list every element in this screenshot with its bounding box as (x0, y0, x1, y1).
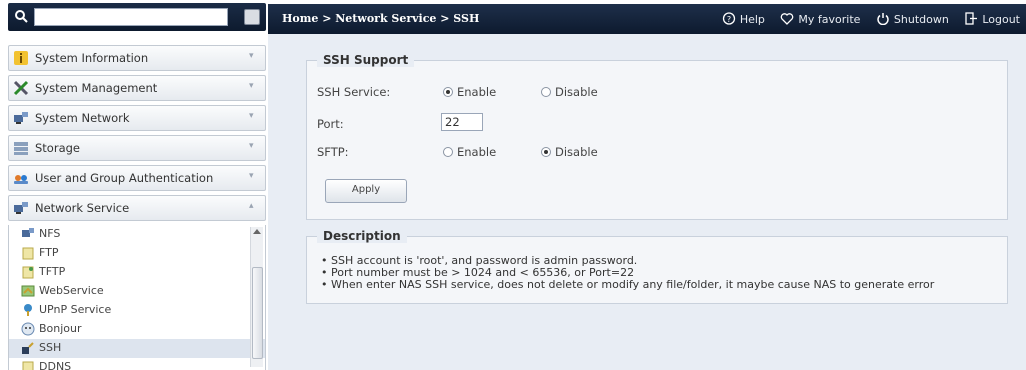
shutdown-label: Shutdown (893, 13, 949, 26)
upnp-icon (24, 304, 32, 316)
chevron-icon: ▾ (249, 171, 254, 181)
description-panel: Description SSH account is 'root', and p… (306, 229, 1008, 304)
submenu-item-label: NFS (39, 227, 61, 240)
network-icon (14, 112, 28, 124)
submenu-item-bonjour[interactable]: Bonjour (9, 320, 265, 339)
chevron-icon: ▾ (249, 141, 254, 151)
submenu-scrollbar[interactable] (250, 227, 263, 367)
search-bar (8, 3, 266, 31)
submenu-item-webservice[interactable]: WebService (9, 282, 265, 301)
favorite-label: My favorite (798, 13, 861, 26)
sidebar-item-user-group-auth[interactable]: User and Group Authentication ▾ (8, 165, 266, 191)
sidebar: System Information ▾ System Management ▾… (0, 0, 268, 370)
tools-icon (13, 80, 29, 96)
search-icon (15, 10, 28, 23)
scroll-up-arrow-icon[interactable] (253, 229, 261, 234)
ssh-icon (22, 342, 34, 354)
shutdown-link[interactable]: Shutdown (876, 12, 949, 26)
sidebar-item-label: System Information (35, 51, 149, 65)
submenu-item-label: DDNS (39, 360, 72, 370)
sidebar-item-label: Network Service (35, 201, 130, 215)
help-icon: ? (722, 12, 735, 25)
ssh-service-enable-label: Enable (457, 85, 497, 99)
sftp-label: SFTP: (317, 145, 349, 159)
ssh-service-disable-radio[interactable] (541, 87, 551, 97)
help-link[interactable]: ? Help (722, 12, 765, 26)
logout-icon (965, 12, 978, 25)
power-icon (877, 13, 889, 25)
sftp-disable-radio[interactable] (541, 147, 551, 157)
ssh-service-enable-radio[interactable] (443, 87, 453, 97)
top-links: ? Help My favorite Shutdown Logout (710, 12, 1020, 26)
sidebar-item-system-network[interactable]: System Network ▾ (8, 105, 266, 131)
scrollbar-thumb[interactable] (252, 267, 263, 359)
chevron-up-icon: ▴ (249, 201, 254, 211)
breadcrumb: Home > Network Service > SSH (282, 12, 480, 25)
svg-text:?: ? (727, 15, 731, 24)
sidebar-item-storage[interactable]: Storage ▾ (8, 135, 266, 161)
ftp-icon (22, 247, 34, 260)
submenu-item-label: TFTP (39, 265, 66, 278)
top-bar: Home > Network Service > SSH ? Help My fa… (268, 4, 1026, 34)
bonjour-icon (21, 322, 35, 336)
submenu-item-ftp[interactable]: FTP (9, 244, 265, 263)
users-icon (14, 175, 28, 184)
chevron-icon: ▾ (249, 81, 254, 91)
sftp-enable-label: Enable (457, 145, 497, 159)
sftp-enable-radio[interactable] (443, 147, 453, 157)
sidebar-item-label: System Network (35, 111, 130, 125)
help-label: Help (739, 13, 765, 26)
sidebar-item-label: System Management (35, 81, 158, 95)
description-list: SSH account is 'root', and password is a… (321, 255, 934, 291)
submenu-item-upnp[interactable]: UPnP Service (9, 301, 265, 320)
search-input[interactable] (34, 8, 228, 26)
network-service-icon (14, 202, 28, 214)
sidebar-item-network-service[interactable]: Network Service ▴ (8, 195, 266, 221)
submenu-item-label: WebService (39, 284, 104, 297)
submenu-item-ssh[interactable]: SSH (9, 339, 265, 358)
network-service-submenu: NFS FTP TFTP WebService UPnP Service Bon… (8, 225, 266, 370)
submenu-item-label: UPnP Service (39, 303, 112, 316)
sidebar-item-system-information[interactable]: System Information ▾ (8, 45, 266, 71)
favorite-link[interactable]: My favorite (780, 12, 860, 26)
ddns-icon (22, 361, 34, 370)
submenu-item-nfs[interactable]: NFS (9, 225, 265, 244)
sidebar-item-label: Storage (35, 141, 80, 155)
logout-label: Logout (982, 13, 1020, 26)
nfs-icon (22, 228, 34, 237)
description-item: When enter NAS SSH service, does not del… (321, 279, 934, 291)
webservice-icon (21, 285, 35, 297)
search-go-button[interactable] (244, 9, 260, 25)
ssh-service-disable-label: Disable (555, 85, 598, 99)
ssh-support-legend: SSH Support (317, 53, 415, 67)
submenu-item-label: SSH (39, 341, 62, 354)
sidebar-menu: System Information ▾ System Management ▾… (8, 45, 266, 225)
sftp-disable-label: Disable (555, 145, 598, 159)
chevron-icon: ▾ (249, 51, 254, 61)
storage-icon (14, 142, 28, 155)
ssh-support-panel: SSH Support SSH Service: Enable Disable … (306, 53, 1008, 220)
apply-button[interactable]: Apply (325, 179, 407, 203)
info-icon (14, 51, 28, 65)
chevron-icon: ▾ (249, 111, 254, 121)
ssh-service-label: SSH Service: (317, 85, 391, 99)
main-content: SSH Support SSH Service: Enable Disable … (268, 34, 1026, 370)
submenu-item-label: Bonjour (39, 322, 82, 335)
description-legend: Description (317, 229, 407, 243)
port-input[interactable] (441, 113, 483, 131)
heart-icon (781, 13, 794, 25)
port-label: Port: (317, 117, 344, 131)
submenu-item-ddns[interactable]: DDNS (9, 358, 265, 370)
submenu-item-tftp[interactable]: TFTP (9, 263, 265, 282)
tftp-icon (22, 266, 34, 279)
sidebar-item-label: User and Group Authentication (35, 171, 214, 185)
sidebar-item-system-management[interactable]: System Management ▾ (8, 75, 266, 101)
logout-link[interactable]: Logout (964, 12, 1020, 26)
submenu-item-label: FTP (39, 246, 59, 259)
